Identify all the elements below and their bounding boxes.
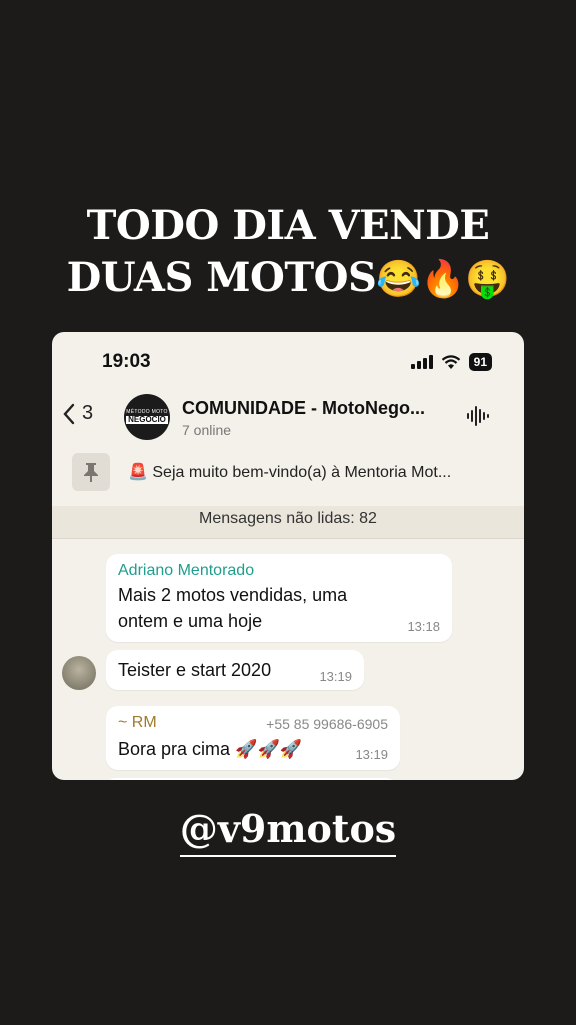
back-count: 3	[82, 402, 94, 424]
story-title-line-1: TODO DIA VENDE	[86, 202, 490, 249]
message-time: 13:19	[319, 669, 352, 684]
pin-button[interactable]	[72, 453, 110, 491]
status-icons: 91	[410, 353, 492, 371]
message-bubble[interactable]: Adriano Mentorado Mais 2 motos vendidas,…	[106, 554, 452, 642]
message-bubble[interactable]: ~ RM +55 85 99686-6905 Bora pra cima 🚀🚀🚀…	[106, 706, 400, 770]
battery-indicator: 91	[468, 353, 492, 371]
message-sender[interactable]: Adriano Mentorado	[118, 562, 254, 580]
message-bubble[interactable]: Teister e start 2020 13:19	[106, 650, 364, 690]
next-message-peek	[106, 778, 396, 780]
pinned-message-bar[interactable]: 🚨 Seja muito bem-vindo(a) à Mentoria Mot…	[52, 448, 524, 507]
message-time: 13:18	[407, 619, 440, 634]
story-title-text: DUAS MOTOS	[66, 254, 377, 301]
wifi-icon	[441, 354, 460, 369]
back-button[interactable]: 3	[62, 402, 93, 425]
story-handle-text[interactable]: @v9motos	[179, 806, 397, 857]
message-sender-phone: +55 85 99686-6905	[266, 716, 388, 732]
online-count: 7 online	[182, 422, 232, 438]
message-text: Bora pra cima 🚀🚀🚀	[118, 739, 303, 759]
pin-icon	[84, 463, 98, 482]
chevron-left-icon	[63, 403, 75, 424]
message-sender[interactable]: ~ RM	[118, 714, 157, 732]
group-avatar-line-2: NEGÓCIO	[126, 415, 168, 424]
story-title: TODO DIA VENDE DUAS MOTOS😂🔥🤑	[0, 200, 576, 305]
avatar[interactable]	[62, 656, 96, 690]
pinned-text: 🚨 Seja muito bem-vindo(a) à Mentoria Mot…	[128, 464, 452, 481]
audio-wave-icon[interactable]	[466, 404, 490, 428]
group-avatar[interactable]: MÉTODO MOTO NEGÓCIO	[124, 394, 170, 440]
message-text: Mais 2 motos vendidas, uma ontem e uma h…	[118, 585, 348, 631]
unread-divider: Mensagens não lidas: 82	[52, 506, 524, 539]
message-text: Teister e start 2020	[118, 660, 272, 680]
message-time: 13:19	[355, 747, 388, 762]
group-name[interactable]: COMUNIDADE - MotoNego...	[182, 398, 462, 419]
chat-screenshot: 19:03 91 3 MÉTODO MOTO NEGÓCIO COMUNIDAD…	[52, 332, 524, 780]
story-title-line-2: DUAS MOTOS😂🔥🤑	[0, 252, 576, 305]
story-handle[interactable]: @v9motos	[0, 806, 576, 857]
story-title-emojis: 😂🔥🤑	[376, 258, 510, 300]
status-time: 19:03	[102, 351, 151, 372]
signal-icon	[410, 355, 433, 369]
status-bar: 19:03 91	[52, 332, 524, 392]
chat-header: 3 MÉTODO MOTO NEGÓCIO COMUNIDADE - MotoN…	[52, 392, 524, 448]
